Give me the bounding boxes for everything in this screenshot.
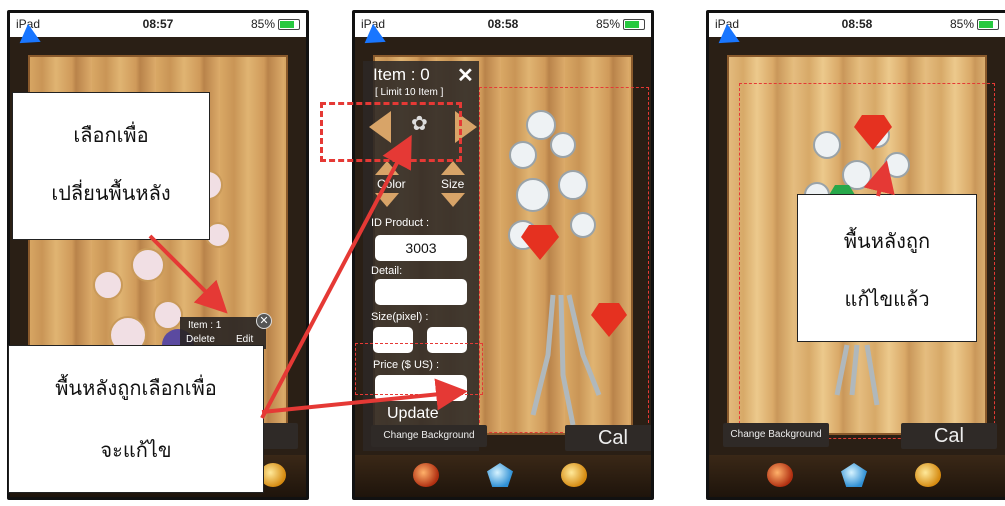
change-background-button[interactable]: Change Background: [723, 423, 829, 447]
id-product-field[interactable]: 3003: [375, 235, 467, 261]
battery-icon: [623, 18, 645, 30]
battery-icon: [278, 18, 300, 30]
battery-indicator: 85%: [950, 17, 999, 31]
close-popup-icon[interactable]: ✕: [256, 313, 272, 329]
update-button[interactable]: Update: [387, 405, 439, 423]
panel-item-title: Item : 0: [373, 65, 430, 84]
cal-label: Cal: [597, 427, 628, 449]
delete-button[interactable]: Delete: [186, 334, 215, 345]
annotation-line: แก้ไขแล้ว: [844, 287, 930, 311]
id-product-label: ID Product :: [371, 217, 430, 229]
change-background-label: Change Background: [383, 430, 475, 441]
size-label: Size: [441, 177, 465, 191]
yellow-gem-icon[interactable]: [561, 463, 587, 487]
status-bar: iPad 08:58 85%: [709, 13, 1005, 37]
size-down-arrow[interactable]: [441, 193, 465, 207]
blue-gem-icon[interactable]: [487, 463, 513, 487]
cal-button[interactable]: Cal: [901, 423, 997, 449]
annotation-line: เปลี่ยนพื้นหลัง: [51, 181, 171, 205]
cal-label: Cal: [933, 425, 964, 447]
edit-button[interactable]: Edit: [236, 334, 253, 345]
price-highlight-box: [355, 343, 483, 395]
thumbnail-highlight-box: [320, 102, 462, 162]
annotation-select-background: เลือกเพื่อ เปลี่ยนพื้นหลัง: [12, 92, 210, 240]
blue-gem-icon[interactable]: [841, 463, 867, 487]
battery-percent: 85%: [250, 17, 275, 31]
color-label: Color: [377, 177, 406, 191]
battery-percent: 85%: [949, 17, 974, 31]
change-background-label: Change Background: [730, 429, 822, 440]
detail-field[interactable]: [375, 279, 467, 305]
yellow-gem-icon[interactable]: [915, 463, 941, 487]
selection-dashed-box: [479, 87, 649, 433]
panel-limit: [ Limit 10 Item ]: [375, 87, 444, 98]
detail-label: Detail:: [371, 265, 403, 277]
screen-2: iPad 08:58 85% Item : 0 ✕ [ Limit 10 Ite…: [352, 10, 654, 500]
size-pixel-label: Size(pixel) :: [371, 311, 429, 323]
battery-indicator: 85%: [596, 17, 645, 31]
annotation-line: พื้นหลังถูกเลือกเพื่อ: [55, 376, 217, 400]
cal-button[interactable]: Cal: [565, 425, 651, 451]
size-up-arrow[interactable]: [441, 161, 465, 175]
status-bar: iPad 08:57 85%: [10, 13, 306, 37]
annotation-line: เลือกเพื่อ: [73, 123, 149, 147]
annotation-line: พื้นหลังถูก: [843, 229, 931, 253]
annotation-background-edited: พื้นหลังถูก แก้ไขแล้ว: [797, 194, 977, 342]
annotation-line: จะแก้ไข: [100, 438, 172, 462]
annotation-background-selected: พื้นหลังถูกเลือกเพื่อ จะแก้ไข: [8, 345, 264, 493]
color-up-arrow[interactable]: [375, 161, 399, 175]
item-popup-title: Item : 1: [188, 320, 222, 331]
gem-tab-bar: [709, 455, 1005, 497]
color-down-arrow[interactable]: [375, 193, 399, 207]
battery-indicator: 85%: [251, 17, 300, 31]
fire-gem-icon[interactable]: [413, 463, 439, 487]
battery-icon: [977, 18, 999, 30]
close-panel-icon[interactable]: ✕: [457, 63, 474, 88]
status-bar: iPad 08:58 85%: [355, 13, 651, 37]
change-background-button[interactable]: Change Background: [371, 425, 487, 447]
battery-percent: 85%: [595, 17, 620, 31]
gem-tab-bar: [355, 455, 651, 497]
fire-gem-icon[interactable]: [767, 463, 793, 487]
